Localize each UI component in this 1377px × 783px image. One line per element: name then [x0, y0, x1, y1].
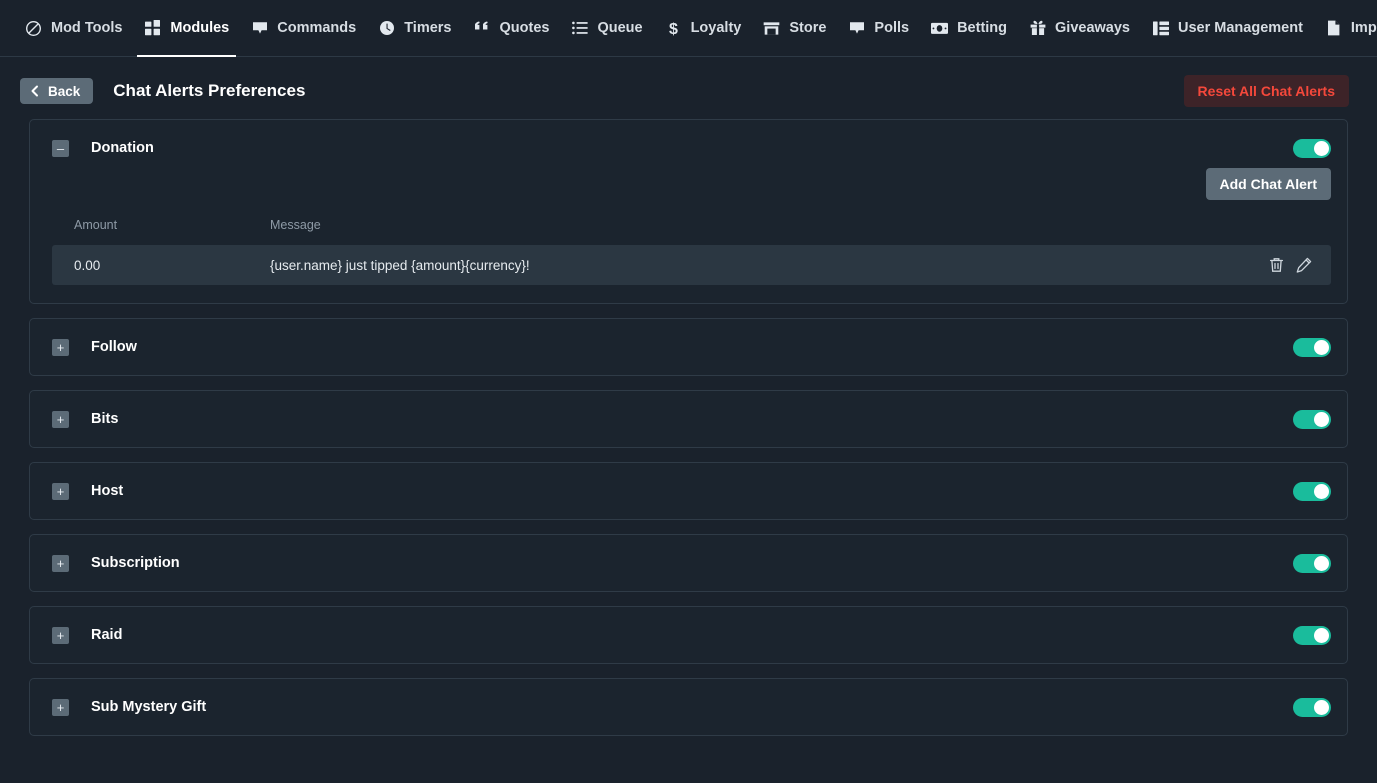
nav-item-label: Quotes: [500, 20, 550, 36]
panel-title-sub-mystery-gift: Sub Mystery Gift: [91, 699, 206, 715]
panel-raid: + Raid: [29, 606, 1348, 664]
nav-item-mod-tools[interactable]: Mod Tools: [14, 0, 133, 56]
nav-item-label: Polls: [874, 20, 909, 36]
nav-item-betting[interactable]: Betting: [920, 0, 1018, 56]
panel-host: + Host: [29, 462, 1348, 520]
toggle-switch-follow[interactable]: [1293, 338, 1331, 357]
nav-item-label: Commands: [277, 20, 356, 36]
nav-item-label: Timers: [404, 20, 451, 36]
expand-icon-subscription[interactable]: +: [52, 555, 69, 572]
nav-item-giveaways[interactable]: Giveaways: [1018, 0, 1141, 56]
nav-item-label: Store: [789, 20, 826, 36]
panel-header-subscription: + Subscription: [30, 535, 1347, 591]
add-chat-alert-button[interactable]: Add Chat Alert: [1206, 168, 1331, 200]
toggle-switch-bits[interactable]: [1293, 410, 1331, 429]
table-header-row: AmountMessage: [52, 218, 1331, 245]
expand-icon-follow[interactable]: +: [52, 339, 69, 356]
cell-amount: 0.00: [52, 245, 250, 285]
toggle-switch-subscription[interactable]: [1293, 554, 1331, 573]
toggle-switch-sub-mystery-gift[interactable]: [1293, 698, 1331, 717]
file-icon: [1325, 20, 1342, 37]
dollar-icon: $: [665, 20, 682, 37]
trash-icon[interactable]: [1267, 256, 1285, 274]
nav-item-commands[interactable]: Commands: [240, 0, 367, 56]
panel-donation: – Donation Add Chat Alert AmountMessage0.00…: [29, 119, 1348, 304]
chat-alerts-table: AmountMessage0.00{user.name} just tipped…: [52, 218, 1331, 285]
money-bill-icon: [931, 20, 948, 37]
panel-follow: + Follow: [29, 318, 1348, 376]
chevron-left-icon: [30, 85, 40, 97]
reset-all-chat-alerts-button[interactable]: Reset All Chat Alerts: [1184, 75, 1349, 107]
toggle-switch-raid[interactable]: [1293, 626, 1331, 645]
nav-item-store[interactable]: Store: [752, 0, 837, 56]
panel-title-donation: Donation: [91, 140, 154, 156]
panel-header-raid: + Raid: [30, 607, 1347, 663]
nav-item-label: Giveaways: [1055, 20, 1130, 36]
nav-item-queue[interactable]: Queue: [560, 0, 653, 56]
svg-text:$: $: [669, 21, 678, 37]
expand-icon-sub-mystery-gift[interactable]: +: [52, 699, 69, 716]
back-button-label: Back: [48, 84, 80, 99]
add-alert-bar: Add Chat Alert: [52, 168, 1331, 200]
nav-item-timers[interactable]: Timers: [367, 0, 462, 56]
panel-title-subscription: Subscription: [91, 555, 180, 571]
panel-sub-mystery-gift: + Sub Mystery Gift: [29, 678, 1348, 736]
back-button[interactable]: Back: [20, 78, 93, 104]
grid-icon: [144, 20, 161, 37]
panel-subscription: + Subscription: [29, 534, 1348, 592]
speech-bubble-icon: [848, 20, 865, 37]
ban-icon: [25, 20, 42, 37]
page-title: Chat Alerts Preferences: [113, 81, 305, 101]
pencil-icon[interactable]: [1295, 256, 1313, 274]
nav-item-label: Loyalty: [691, 20, 742, 36]
expand-icon-bits[interactable]: +: [52, 411, 69, 428]
expand-icon-host[interactable]: +: [52, 483, 69, 500]
nav-item-modules[interactable]: Modules: [133, 0, 240, 56]
nav-item-user-management[interactable]: User Management: [1141, 0, 1314, 56]
column-header-message: Message: [250, 218, 1130, 245]
expand-icon-raid[interactable]: +: [52, 627, 69, 644]
panel-title-bits: Bits: [91, 411, 118, 427]
toggle-switch-host[interactable]: [1293, 482, 1331, 501]
storefront-icon: [763, 20, 780, 37]
column-header-actions: [1130, 218, 1331, 245]
cell-actions: [1130, 245, 1331, 285]
chat-alert-panels: – Donation Add Chat Alert AmountMessage0.00…: [0, 119, 1377, 736]
clock-icon: [378, 20, 395, 37]
nav-item-quotes[interactable]: Quotes: [463, 0, 561, 56]
top-navigation: Mod Tools Modules Commands Timers Quotes Queu…: [0, 0, 1377, 57]
nav-item-importer[interactable]: Importer: [1314, 0, 1377, 56]
panel-title-host: Host: [91, 483, 123, 499]
toggle-switch-donation[interactable]: [1293, 139, 1331, 158]
cell-message: {user.name} just tipped {amount}{currenc…: [250, 245, 1130, 285]
nav-item-label: Modules: [170, 20, 229, 36]
table-row[interactable]: 0.00{user.name} just tipped {amount}{cur…: [52, 245, 1331, 285]
panel-header-follow: + Follow: [30, 319, 1347, 375]
nav-item-label: Importer: [1351, 20, 1377, 36]
collapse-icon-donation[interactable]: –: [52, 140, 69, 157]
table-list-icon: [1152, 20, 1169, 37]
panel-header-host: + Host: [30, 463, 1347, 519]
list-icon: [571, 20, 588, 37]
panel-title-raid: Raid: [91, 627, 122, 643]
nav-item-polls[interactable]: Polls: [837, 0, 920, 56]
speech-bubble-icon: [251, 20, 268, 37]
panel-title-follow: Follow: [91, 339, 137, 355]
nav-item-label: Betting: [957, 20, 1007, 36]
quote-icon: [474, 20, 491, 37]
gift-icon: [1029, 20, 1046, 37]
panel-header-bits: + Bits: [30, 391, 1347, 447]
column-header-amount: Amount: [52, 218, 250, 245]
nav-item-label: Mod Tools: [51, 20, 122, 36]
panel-bits: + Bits: [29, 390, 1348, 448]
panel-header-sub-mystery-gift: + Sub Mystery Gift: [30, 679, 1347, 735]
nav-item-loyalty[interactable]: $ Loyalty: [654, 0, 753, 56]
nav-item-label: User Management: [1178, 20, 1303, 36]
panel-body-donation: Add Chat Alert AmountMessage0.00{user.nam…: [30, 168, 1347, 303]
page-header: Back Chat Alerts Preferences Reset All C…: [0, 63, 1377, 119]
nav-item-label: Queue: [597, 20, 642, 36]
